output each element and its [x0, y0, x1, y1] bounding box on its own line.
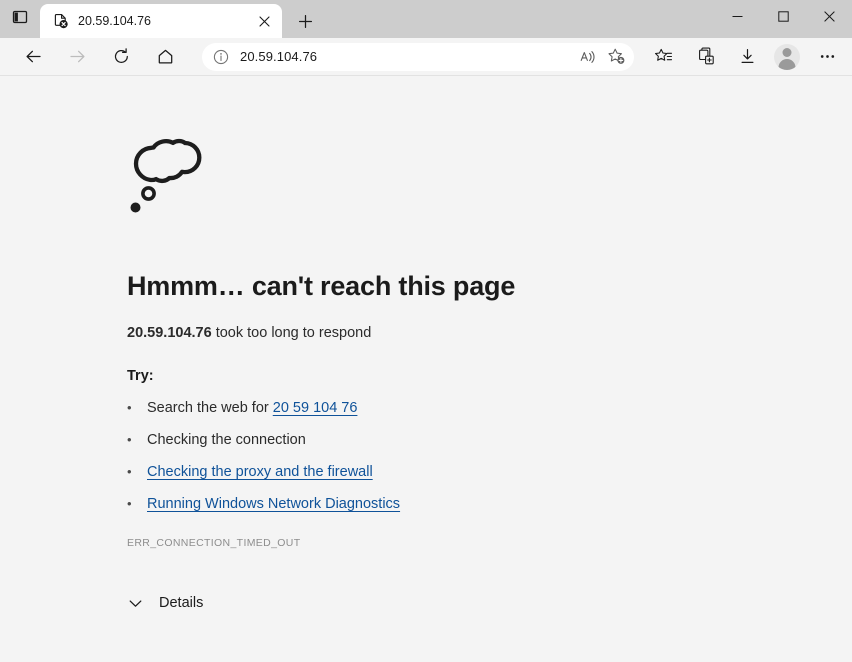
collections-button[interactable] [688, 42, 722, 72]
details-toggle[interactable]: Details [127, 595, 640, 611]
back-arrow-icon [24, 47, 43, 66]
refresh-icon [112, 47, 131, 66]
list-item: • Checking the connection [127, 429, 640, 451]
read-aloud-icon[interactable] [574, 44, 602, 70]
search-the-web-link[interactable]: 20 59 104 76 [273, 400, 358, 416]
home-button[interactable] [148, 42, 182, 72]
split-pane-icon [12, 9, 28, 30]
window-controls [714, 0, 852, 32]
favorites-button[interactable] [646, 42, 680, 72]
network-diagnostics-link[interactable]: Running Windows Network Diagnostics [147, 493, 400, 515]
error-subtitle-host: 20.59.104.76 [127, 325, 212, 341]
forward-button[interactable] [60, 42, 94, 72]
tab-actions-button[interactable] [0, 0, 40, 38]
favorites-icon [654, 47, 673, 66]
address-bar-url[interactable]: 20.59.104.76 [234, 49, 574, 64]
close-window-button[interactable] [806, 0, 852, 32]
address-bar[interactable]: 20.59.104.76 [202, 43, 634, 71]
check-proxy-firewall-link[interactable]: Checking the proxy and the firewall [147, 461, 373, 483]
list-item: • Running Windows Network Diagnostics [127, 493, 640, 515]
avatar [774, 44, 800, 70]
try-label: Try: [127, 368, 640, 384]
avatar-head [783, 48, 792, 57]
list-item: • Search the web for 20 59 104 76 [127, 397, 640, 419]
error-code: ERR_CONNECTION_TIMED_OUT [127, 537, 640, 549]
chevron-down-icon [127, 595, 143, 611]
bullet-icon: • [127, 493, 147, 515]
new-tab-button[interactable] [288, 4, 322, 38]
maximize-icon [778, 11, 789, 22]
error-page-content: Hmmm… can't reach this page 20.59.104.76… [0, 76, 640, 611]
minimize-button[interactable] [714, 0, 760, 32]
ellipsis-icon [818, 47, 837, 66]
suggestion-prefix: Search the web for [147, 400, 273, 416]
error-subtitle: 20.59.104.76 took too long to respond [127, 325, 640, 341]
downloads-icon [738, 47, 757, 66]
back-button[interactable] [16, 42, 50, 72]
refresh-button[interactable] [104, 42, 138, 72]
list-item: • Checking the proxy and the firewall [127, 461, 640, 483]
toolbar-right-actions [646, 42, 844, 72]
address-bar-actions [574, 44, 630, 70]
settings-and-more-button[interactable] [810, 42, 844, 72]
page-title: Hmmm… can't reach this page [127, 271, 640, 302]
close-icon[interactable] [252, 9, 276, 33]
add-favorite-icon[interactable] [602, 44, 630, 70]
error-subtitle-rest: took too long to respond [212, 325, 372, 341]
avatar-body [779, 59, 796, 70]
bullet-icon: • [127, 429, 147, 451]
page-viewport: Hmmm… can't reach this page 20.59.104.76… [0, 76, 852, 661]
thought-cloud-icon [127, 134, 640, 227]
browser-toolbar: 20.59.104.76 [0, 38, 852, 76]
suggestion-text: Search the web for 20 59 104 76 [147, 397, 357, 419]
navigation-buttons [16, 42, 182, 72]
browser-tab[interactable]: 20.59.104.76 [40, 4, 282, 38]
home-icon [156, 47, 175, 66]
maximize-button[interactable] [760, 0, 806, 32]
close-window-icon [824, 11, 835, 22]
minimize-icon [732, 11, 743, 22]
profile-button[interactable] [772, 42, 802, 72]
bullet-icon: • [127, 397, 147, 419]
bullet-icon: • [127, 461, 147, 483]
suggestion-text: Checking the connection [147, 429, 306, 451]
suggestion-list: • Search the web for 20 59 104 76 • Chec… [127, 397, 640, 515]
details-label: Details [159, 595, 203, 611]
plus-icon [299, 15, 312, 28]
page-error-icon [52, 12, 70, 30]
titlebar: 20.59.104.76 [0, 0, 852, 38]
tab-title: 20.59.104.76 [78, 14, 244, 28]
downloads-button[interactable] [730, 42, 764, 72]
forward-arrow-icon [68, 47, 87, 66]
collections-icon [696, 47, 715, 66]
info-icon[interactable] [208, 44, 234, 70]
